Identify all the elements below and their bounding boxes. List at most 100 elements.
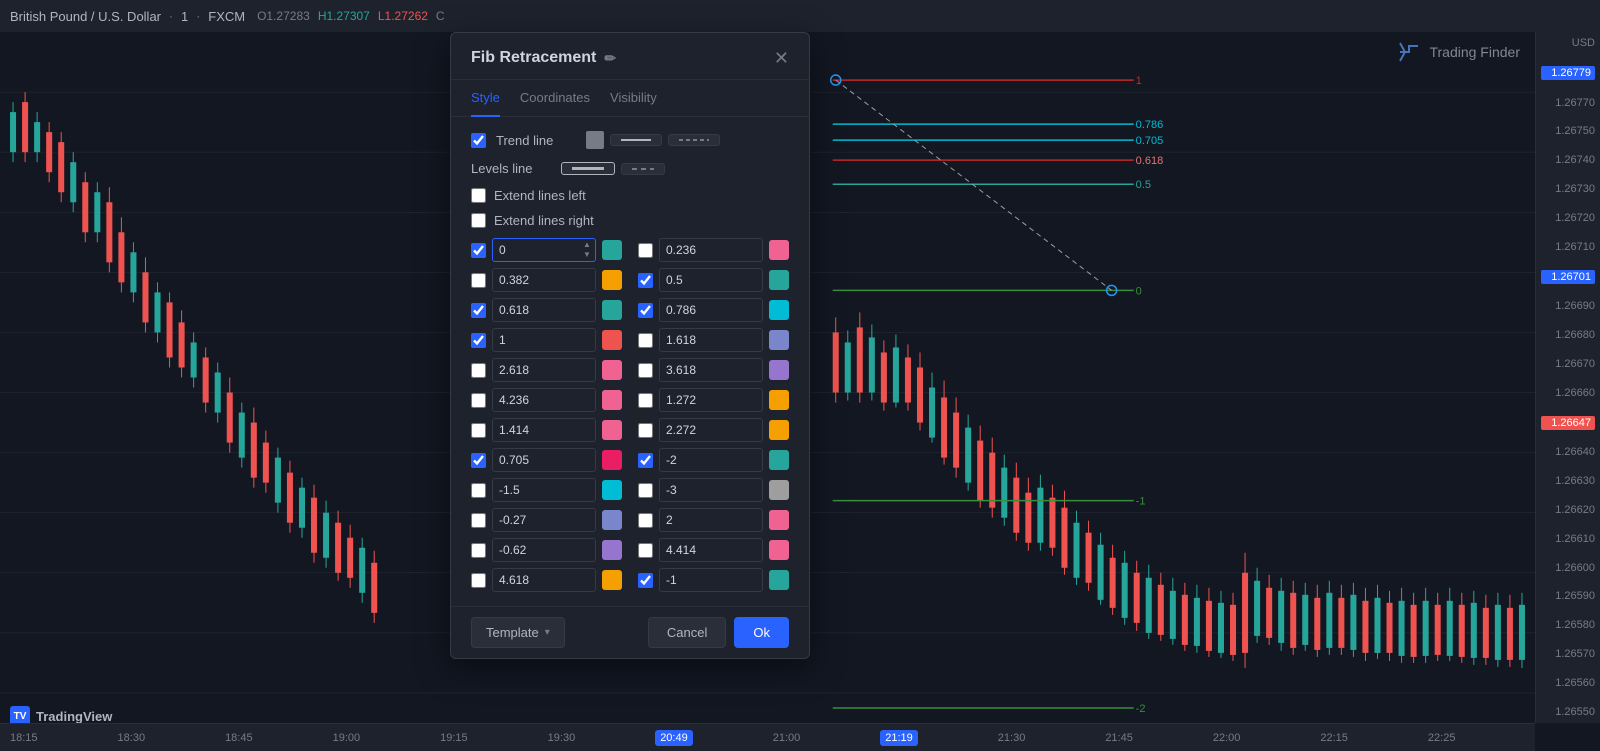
level-1618-color[interactable]	[769, 330, 789, 350]
levels-line-dashed[interactable]	[621, 163, 665, 175]
level-4236-color[interactable]	[602, 390, 622, 410]
level-neg027-color[interactable]	[602, 510, 622, 530]
level-0618-input[interactable]	[492, 298, 596, 322]
level-neg15-checkbox[interactable]	[471, 483, 486, 498]
level-neg3-color[interactable]	[769, 480, 789, 500]
level-neg15-color[interactable]	[602, 480, 622, 500]
level-1414-checkbox[interactable]	[471, 423, 486, 438]
time-t7: 20:49	[655, 730, 693, 746]
level-neg027-checkbox[interactable]	[471, 513, 486, 528]
level-neg15-input[interactable]	[492, 478, 596, 502]
level-3618-checkbox[interactable]	[638, 363, 653, 378]
level-0618-checkbox[interactable]	[471, 303, 486, 318]
ok-button[interactable]: Ok	[734, 617, 789, 648]
level-3618-input[interactable]	[659, 358, 763, 382]
level-0-up[interactable]: ▲	[580, 240, 594, 250]
level-1414-input[interactable]	[492, 418, 596, 442]
level-0786-color[interactable]	[769, 300, 789, 320]
extend-left-checkbox[interactable]	[471, 188, 486, 203]
level-0786-input[interactable]	[659, 298, 763, 322]
level-4414-checkbox[interactable]	[638, 543, 653, 558]
trend-line-color[interactable]	[586, 131, 604, 149]
level-0-down[interactable]: ▼	[580, 250, 594, 260]
trend-line-checkbox[interactable]	[471, 133, 486, 148]
level-0-checkbox[interactable]	[471, 243, 486, 258]
level-05-input[interactable]	[659, 268, 763, 292]
level-0236-checkbox[interactable]	[638, 243, 653, 258]
level-neg027-input[interactable]	[492, 508, 596, 532]
levels-grid: ▲ ▼	[471, 238, 789, 592]
time-t8: 21:00	[773, 732, 801, 744]
level-neg2-checkbox[interactable]	[638, 453, 653, 468]
level-neg3-input[interactable]	[659, 478, 763, 502]
level-row-neg15	[471, 478, 622, 502]
level-0705-color[interactable]	[602, 450, 622, 470]
level-0236-input[interactable]	[659, 238, 763, 262]
level-3618-color[interactable]	[769, 360, 789, 380]
chart-symbol: British Pound / U.S. Dollar	[10, 9, 161, 24]
level-4618-color[interactable]	[602, 570, 622, 590]
level-4236-input[interactable]	[492, 388, 596, 412]
level-neg2-color[interactable]	[769, 450, 789, 470]
level-neg062-checkbox[interactable]	[471, 543, 486, 558]
level-4414-color[interactable]	[769, 540, 789, 560]
level-0382-checkbox[interactable]	[471, 273, 486, 288]
level-neg2-input[interactable]	[659, 448, 763, 472]
level-4236-checkbox[interactable]	[471, 393, 486, 408]
trend-line-label: Trend line	[496, 133, 576, 148]
level-neg1-checkbox[interactable]	[638, 573, 653, 588]
level-1-color[interactable]	[602, 330, 622, 350]
level-2-color[interactable]	[769, 510, 789, 530]
level-0786-checkbox[interactable]	[638, 303, 653, 318]
level-0236-color[interactable]	[769, 240, 789, 260]
template-button[interactable]: Template ▾	[471, 617, 565, 648]
level-0618-color[interactable]	[602, 300, 622, 320]
level-4414-input[interactable]	[659, 538, 763, 562]
level-1272-color[interactable]	[769, 390, 789, 410]
level-2-input[interactable]	[659, 508, 763, 532]
level-2272-input[interactable]	[659, 418, 763, 442]
svg-text:1: 1	[1136, 75, 1142, 87]
tab-visibility[interactable]: Visibility	[610, 80, 657, 117]
level-row-4236	[471, 388, 622, 412]
level-05-color[interactable]	[769, 270, 789, 290]
level-neg1-input[interactable]	[659, 568, 763, 592]
level-0382-color[interactable]	[602, 270, 622, 290]
edit-icon[interactable]: ✏	[604, 50, 616, 67]
extend-right-checkbox[interactable]	[471, 213, 486, 228]
level-2-checkbox[interactable]	[638, 513, 653, 528]
level-1414-color[interactable]	[602, 420, 622, 440]
level-4618-input[interactable]	[492, 568, 596, 592]
close-button[interactable]: ✕	[774, 49, 789, 67]
level-neg062-color[interactable]	[602, 540, 622, 560]
price-tick-8: 1.26690	[1541, 300, 1595, 312]
level-neg3-checkbox[interactable]	[638, 483, 653, 498]
tab-style[interactable]: Style	[471, 80, 500, 117]
level-0-color[interactable]	[602, 240, 622, 260]
level-neg062-input[interactable]	[492, 538, 596, 562]
levels-line-solid-thick[interactable]	[561, 162, 615, 175]
trend-line-solid[interactable]	[610, 134, 662, 146]
level-neg1-color[interactable]	[769, 570, 789, 590]
level-0705-checkbox[interactable]	[471, 453, 486, 468]
level-2272-checkbox[interactable]	[638, 423, 653, 438]
level-1618-checkbox[interactable]	[638, 333, 653, 348]
level-05-checkbox[interactable]	[638, 273, 653, 288]
tab-coordinates[interactable]: Coordinates	[520, 80, 590, 117]
level-0382-input[interactable]	[492, 268, 596, 292]
cancel-button[interactable]: Cancel	[648, 617, 726, 648]
chart-header: British Pound / U.S. Dollar · 1 · FXCM O…	[0, 0, 1600, 32]
level-2618-color[interactable]	[602, 360, 622, 380]
level-1-input[interactable]	[492, 328, 596, 352]
level-2618-input[interactable]	[492, 358, 596, 382]
trend-line-dashed[interactable]	[668, 134, 720, 146]
level-2272-color[interactable]	[769, 420, 789, 440]
level-0705-input[interactable]	[492, 448, 596, 472]
level-1272-input[interactable]	[659, 388, 763, 412]
level-2618-checkbox[interactable]	[471, 363, 486, 378]
level-4618-checkbox[interactable]	[471, 573, 486, 588]
level-1618-input[interactable]	[659, 328, 763, 352]
level-1-checkbox[interactable]	[471, 333, 486, 348]
price-tick-3: 1.26740	[1541, 154, 1595, 166]
level-1272-checkbox[interactable]	[638, 393, 653, 408]
